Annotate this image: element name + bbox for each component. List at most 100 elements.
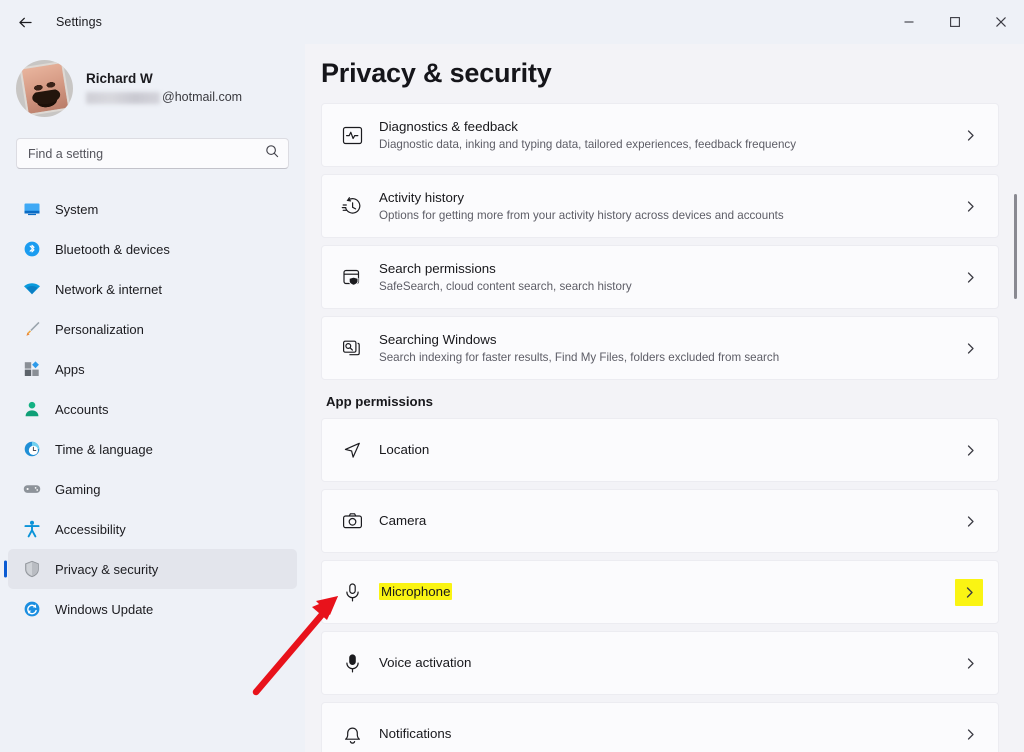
location-icon (334, 439, 370, 462)
sidebar-item-label: System (55, 201, 99, 217)
chevron-right-icon[interactable] (957, 200, 983, 213)
chevron-right-icon[interactable] (957, 444, 983, 457)
searching-windows-icon (334, 337, 370, 360)
voice-activation-icon (334, 652, 370, 675)
sidebar-item-windows-update[interactable]: Windows Update (8, 589, 297, 629)
account-name: Richard W (86, 71, 153, 87)
card-text: Searching Windows Search indexing for fa… (370, 331, 957, 365)
system-icon (22, 200, 41, 219)
card-title: Location (379, 442, 430, 458)
sidebar-item-accounts[interactable]: Accounts (8, 389, 297, 429)
sidebar-item-label: Accessibility (55, 521, 126, 537)
card-title: Searching Windows (379, 331, 497, 347)
card-search-permissions[interactable]: Search permissions SafeSearch, cloud con… (321, 245, 999, 309)
sidebar-item-label: Accounts (55, 401, 109, 417)
back-arrow-icon (17, 14, 34, 31)
account-card[interactable]: Richard W @hotmail.com (0, 44, 305, 122)
chevron-right-icon[interactable] (955, 578, 983, 606)
card-text: Diagnostics & feedback Diagnostic data, … (370, 118, 957, 152)
camera-icon (334, 510, 370, 533)
search-box[interactable] (16, 138, 289, 169)
card-voice-activation[interactable]: Voice activation (321, 631, 999, 695)
scrollbar-thumb[interactable] (1014, 194, 1017, 299)
gamepad-icon (22, 480, 41, 499)
card-subtitle: Search indexing for faster results, Find… (379, 351, 780, 365)
back-button[interactable] (8, 5, 42, 39)
main-content: Privacy & security Diagnostics & feedbac… (305, 44, 1024, 752)
card-camera[interactable]: Camera (321, 489, 999, 553)
accessibility-icon (22, 520, 41, 539)
sidebar-item-privacy-security[interactable]: Privacy & security (8, 549, 297, 589)
sidebar-item-label: Network & internet (55, 281, 162, 297)
sidebar-item-system[interactable]: System (8, 189, 297, 229)
window-body: Richard W @hotmail.com Find a setting Sy… (0, 44, 1024, 752)
card-text: Camera (370, 512, 957, 529)
chevron-right-icon[interactable] (957, 342, 983, 355)
card-subtitle: SafeSearch, cloud content search, search… (379, 280, 632, 294)
card-activity-history[interactable]: Activity history Options for getting mor… (321, 174, 999, 238)
sidebar-item-label: Bluetooth & devices (55, 241, 170, 257)
title-bar: Settings (0, 0, 1024, 44)
card-text: Location (370, 441, 957, 458)
card-location[interactable]: Location (321, 418, 999, 482)
card-title: Voice activation (379, 655, 472, 671)
minimize-button[interactable] (886, 0, 932, 44)
card-text: Activity history Options for getting mor… (370, 189, 957, 223)
vertical-scrollbar[interactable] (1008, 44, 1022, 752)
sidebar-item-label: Gaming (55, 481, 101, 497)
account-email: @hotmail.com (86, 90, 242, 106)
card-notifications[interactable]: Notifications (321, 702, 999, 752)
card-subtitle: Diagnostic data, inking and typing data,… (379, 138, 796, 152)
sidebar-item-bluetooth-devices[interactable]: Bluetooth & devices (8, 229, 297, 269)
card-title: Diagnostics & feedback (379, 118, 518, 134)
person-icon (22, 400, 41, 419)
clock-icon (22, 440, 41, 459)
close-button[interactable] (978, 0, 1024, 44)
sidebar-nav: System Bluetooth & devices Network & int… (0, 189, 305, 629)
sidebar-item-label: Time & language (55, 441, 153, 457)
card-subtitle: Options for getting more from your activ… (379, 209, 784, 223)
sidebar-item-network-internet[interactable]: Network & internet (8, 269, 297, 309)
card-diagnostics-feedback[interactable]: Diagnostics & feedback Diagnostic data, … (321, 103, 999, 167)
wifi-icon (22, 280, 41, 299)
microphone-icon (334, 581, 370, 604)
card-title: Activity history (379, 189, 464, 205)
diagnostics-icon (334, 124, 370, 147)
search-permissions-icon (334, 266, 370, 289)
microphone-label-highlight: Microphone (379, 583, 453, 601)
sidebar-item-time-language[interactable]: Time & language (8, 429, 297, 469)
account-email-domain: @hotmail.com (162, 90, 243, 105)
sidebar-item-gaming[interactable]: Gaming (8, 469, 297, 509)
card-text: Microphone (370, 583, 955, 601)
window-title: Settings (56, 15, 102, 29)
sidebar-item-apps[interactable]: Apps (8, 349, 297, 389)
sidebar: Richard W @hotmail.com Find a setting Sy… (0, 44, 305, 752)
window-controls (886, 0, 1024, 44)
card-text: Search permissions SafeSearch, cloud con… (370, 260, 957, 294)
section-heading-app-permissions: App permissions (326, 394, 433, 409)
account-text: Richard W @hotmail.com (86, 71, 242, 106)
chevron-right-icon[interactable] (957, 129, 983, 142)
paintbrush-icon (22, 320, 41, 339)
card-microphone[interactable]: Microphone (321, 560, 999, 624)
bluetooth-icon (22, 240, 41, 259)
card-title: Notifications (379, 726, 452, 742)
maximize-button[interactable] (932, 0, 978, 44)
sidebar-item-accessibility[interactable]: Accessibility (8, 509, 297, 549)
update-icon (22, 600, 41, 619)
search-input[interactable] (28, 146, 265, 161)
card-searching-windows[interactable]: Searching Windows Search indexing for fa… (321, 316, 999, 380)
chevron-right-icon[interactable] (957, 657, 983, 670)
sidebar-item-personalization[interactable]: Personalization (8, 309, 297, 349)
sidebar-item-label: Personalization (55, 321, 144, 337)
history-icon (334, 195, 370, 218)
chevron-right-icon[interactable] (957, 728, 983, 741)
avatar (16, 60, 73, 117)
chevron-right-icon[interactable] (957, 271, 983, 284)
sidebar-item-label: Apps (55, 361, 85, 377)
chevron-right-icon[interactable] (957, 515, 983, 528)
card-text: Notifications (370, 725, 957, 742)
bell-icon (334, 723, 370, 746)
settings-window: Settings Richard W @hotmail.com Find a s… (0, 0, 1024, 752)
card-text: Voice activation (370, 654, 957, 671)
